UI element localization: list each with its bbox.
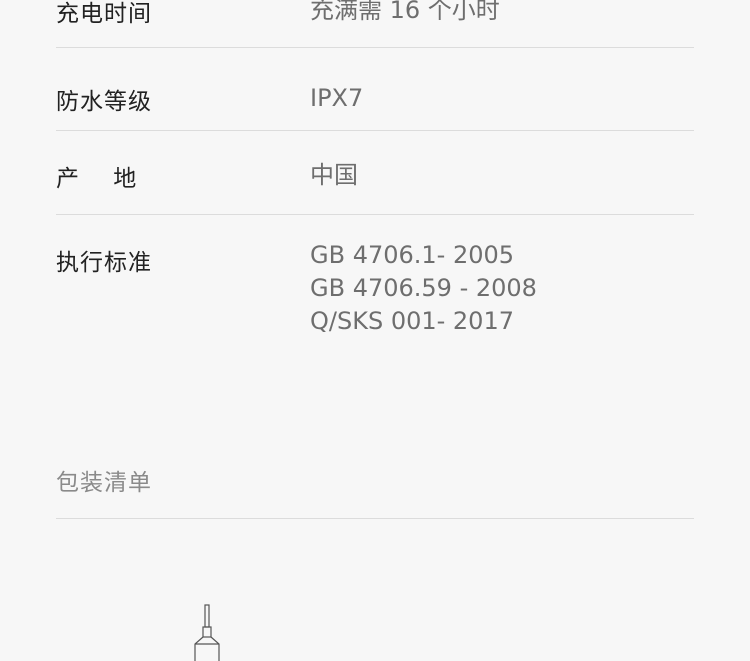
spec-row-origin: 产 地 中国 xyxy=(56,131,694,215)
spec-row-waterproof-rating: 防水等级 IPX7 xyxy=(56,48,694,131)
section-divider xyxy=(56,518,694,519)
spec-table: 充电时间 充满需 16 个小时 防水等级 IPX7 产 地 中国 执行标准 GB… xyxy=(56,0,694,375)
spec-value: 充满需 16 个小时 xyxy=(310,0,500,27)
spec-row-charging-time: 充电时间 充满需 16 个小时 xyxy=(56,0,694,48)
spec-label: 执行标准 xyxy=(56,250,152,276)
spec-value-line: IPX7 xyxy=(310,84,364,112)
spec-value-line: GB 4706.59 - 2008 xyxy=(310,274,537,302)
spec-label: 产 地 xyxy=(56,166,138,192)
spec-value-line: Q/SKS 001- 2017 xyxy=(310,307,514,335)
spec-row-standards: 执行标准 GB 4706.1- 2005 GB 4706.59 - 2008 Q… xyxy=(56,215,694,375)
spec-label: 充电时间 xyxy=(56,1,152,27)
spec-label: 防水等级 xyxy=(56,89,152,115)
spec-value-line: 充满需 16 个小时 xyxy=(310,0,500,24)
spec-value: IPX7 xyxy=(310,82,363,115)
package-list-title: 包装清单 xyxy=(56,470,152,496)
spec-value-line: GB 4706.1- 2005 xyxy=(310,241,515,269)
spec-value: 中国 xyxy=(310,159,358,192)
charger-illustration xyxy=(194,604,220,661)
spec-value: GB 4706.1- 2005 GB 4706.59 - 2008 Q/SKS … xyxy=(310,239,537,338)
spec-value-line: 中国 xyxy=(310,161,358,189)
